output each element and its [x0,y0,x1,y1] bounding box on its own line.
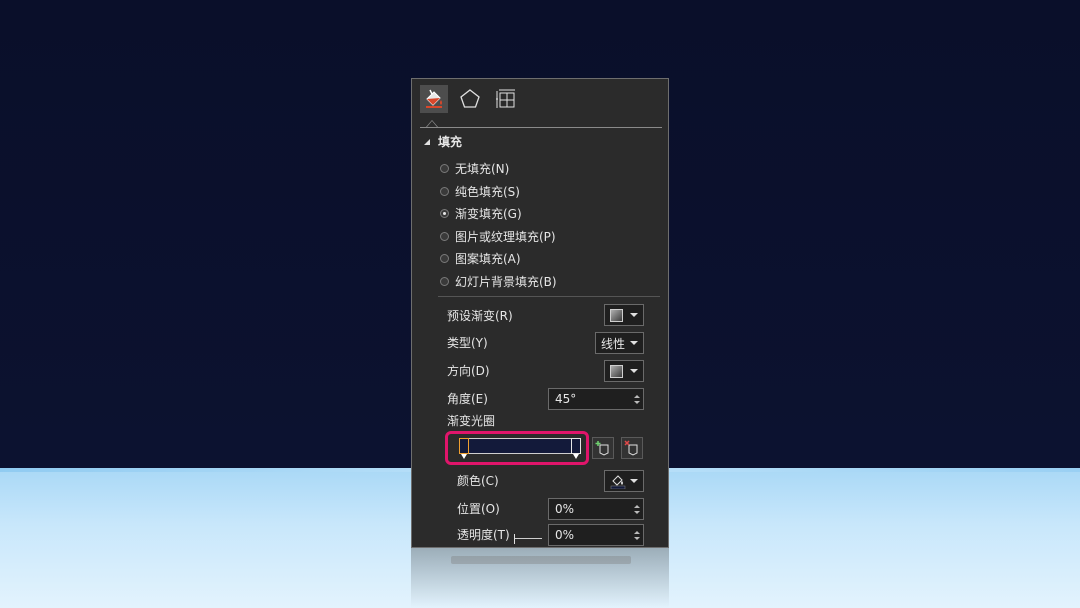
angle-label: 角度(E) [447,392,488,406]
angle-input[interactable] [549,391,631,407]
transparency-slider[interactable] [514,534,542,544]
type-value: 线性 [601,336,626,351]
format-shape-panel: 填充 无填充(N) 纯色填充(S) 渐变填充(G) 图片或纹理填充(P) 图案填… [411,78,669,548]
direction-swatch-icon [610,364,623,378]
gradient-stop-right[interactable] [571,438,581,459]
slider-track [514,538,542,539]
section-divider [438,296,660,297]
angle-spinner [548,388,644,410]
position-spinner [548,498,644,520]
transparency-spinner [548,524,644,546]
color-label: 颜色(C) [457,474,499,488]
add-gradient-stop-button[interactable] [592,437,614,459]
chevron-down-icon [630,313,638,317]
radio-label: 渐变填充(G) [455,206,522,221]
chevron-down-icon [630,341,638,345]
spin-down-icon [634,400,640,404]
fill-section-header[interactable]: 填充 [424,133,462,150]
chevron-down-icon [630,369,638,373]
tab-effects[interactable] [456,85,484,113]
spin-up-icon [634,504,640,508]
remove-gradient-stop-button[interactable] [621,437,643,459]
radio-gradient-fill[interactable]: 渐变填充(G) [440,204,522,222]
transparency-input[interactable] [549,527,631,543]
preset-gradient-label: 预设渐变(R) [447,309,513,323]
direction-label: 方向(D) [447,364,490,378]
remove-stop-icon [624,440,638,456]
type-dropdown[interactable]: 线性 [595,332,644,354]
angle-spin-arrows[interactable] [631,389,643,409]
gradient-stops-label: 渐变光圈 [447,414,496,428]
size-grid-icon [496,89,515,108]
add-stop-icon [595,441,609,456]
paint-bucket-icon [426,89,442,108]
radio-label: 无填充(N) [455,161,510,176]
spin-down-icon [634,536,640,540]
radio-label: 幻灯片背景填充(B) [455,274,557,289]
panel-tab-bar [412,79,668,125]
pentagon-icon [460,89,480,108]
radio-slide-background-fill[interactable]: 幻灯片背景填充(B) [440,272,557,290]
transparency-spin-arrows[interactable] [631,525,643,545]
radio-indicator [440,186,449,196]
position-spin-arrows[interactable] [631,499,643,519]
radio-pattern-fill[interactable]: 图案填充(A) [440,249,521,267]
direction-dropdown[interactable] [604,360,644,382]
radio-picture-texture-fill[interactable]: 图片或纹理填充(P) [440,227,556,245]
spin-up-icon [634,394,640,398]
radio-indicator [440,231,449,241]
spin-down-icon [634,510,640,514]
radio-no-fill[interactable]: 无填充(N) [440,159,509,177]
type-label: 类型(Y) [447,336,488,350]
section-title: 填充 [438,135,463,149]
chevron-down-icon [630,479,638,483]
radio-label: 纯色填充(S) [455,184,520,199]
paint-bucket-icon [610,475,626,489]
radio-indicator-checked [440,208,449,218]
slider-thumb[interactable] [514,534,515,544]
radio-solid-fill[interactable]: 纯色填充(S) [440,182,520,200]
radio-label: 图案填充(A) [455,251,521,266]
gradient-stops-bar[interactable] [460,438,580,454]
gradient-swatch-icon [610,308,623,322]
position-input[interactable] [549,501,631,517]
preset-gradient-dropdown[interactable] [604,304,644,326]
transparency-label: 透明度(T) [457,528,510,542]
gradient-stop-left[interactable] [459,438,469,459]
tab-fill-line[interactable] [420,85,448,113]
collapse-triangle-icon [424,138,430,145]
color-dropdown[interactable] [604,470,644,492]
radio-label: 图片或纹理填充(P) [455,229,556,244]
tab-size-properties[interactable] [492,85,520,113]
position-label: 位置(O) [457,502,500,516]
tab-divider [420,127,662,128]
radio-indicator [440,276,449,286]
active-tab-pointer [426,120,438,127]
radio-indicator [440,253,449,263]
spin-up-icon [634,530,640,534]
radio-indicator [440,163,449,173]
